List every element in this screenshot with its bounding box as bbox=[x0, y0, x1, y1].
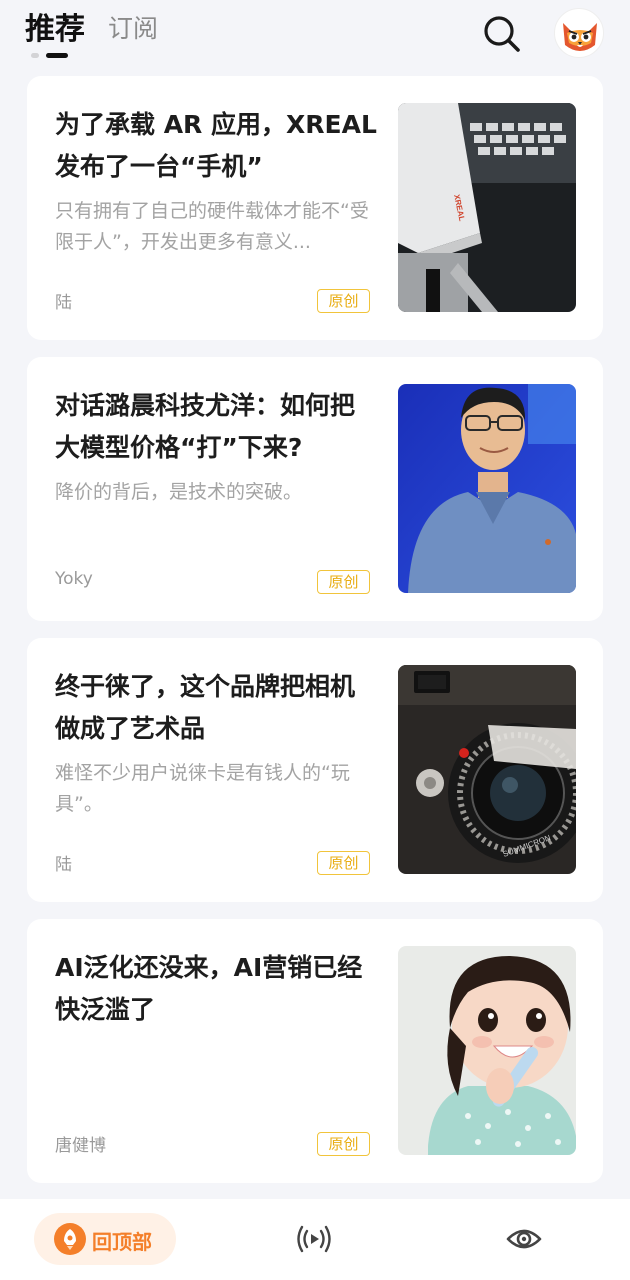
article-thumbnail: XREAL bbox=[398, 103, 576, 312]
article-thumbnail bbox=[398, 946, 576, 1155]
article-summary: 难怪不少用户说徕卡是有钱人的“玩具”。 bbox=[55, 762, 350, 815]
article-summary: 只有拥有了自己的硬件载体才能不“受限于人”，开发出更多有意义... bbox=[55, 200, 369, 253]
article-author: Yoky bbox=[55, 569, 93, 589]
article-title: 终于徕了，这个品牌把相机做成了艺术品 bbox=[55, 672, 356, 743]
tab-indicator-dot bbox=[31, 53, 39, 58]
rocket-icon bbox=[54, 1223, 86, 1255]
article-author: 陆 bbox=[55, 855, 72, 875]
tab-indicator-active bbox=[46, 53, 68, 58]
search-button[interactable] bbox=[480, 12, 524, 56]
tab-recommend[interactable]: 推荐 bbox=[25, 4, 85, 48]
avatar[interactable] bbox=[554, 8, 604, 58]
tab-subscribe[interactable]: 订阅 bbox=[108, 9, 158, 45]
article-summary: 降价的背后，是技术的突破。 bbox=[55, 481, 303, 503]
article-author: 唐健博 bbox=[55, 1136, 106, 1156]
article-card[interactable]: AI泛化还没来，AI营销已经快泛滥了 唐健博 原创 bbox=[27, 919, 603, 1183]
bottom-nav: 回顶部 bbox=[0, 1199, 630, 1280]
live-button[interactable] bbox=[296, 1223, 332, 1255]
article-card[interactable]: 终于徕了，这个品牌把相机做成了艺术品 难怪不少用户说徕卡是有钱人的“玩具”。 陆… bbox=[27, 638, 603, 902]
article-thumbnail bbox=[398, 384, 576, 593]
top-bar: 推荐 订阅 bbox=[0, 0, 630, 66]
article-title: 对话潞晨科技尤洋：如何把大模型价格“打”下来? bbox=[55, 391, 356, 462]
back-to-top-label: 回顶部 bbox=[92, 1230, 152, 1254]
article-title: AI泛化还没来，AI营销已经快泛滥了 bbox=[55, 953, 363, 1024]
eye-icon bbox=[506, 1229, 542, 1249]
article-card[interactable]: 对话潞晨科技尤洋：如何把大模型价格“打”下来? 降价的背后，是技术的突破。 Yo… bbox=[27, 357, 603, 621]
article-title: 为了承载 AR 应用，XREAL 发布了一台“手机” bbox=[55, 110, 377, 181]
original-badge: 原创 bbox=[317, 570, 370, 594]
owl-avatar-icon bbox=[563, 23, 597, 51]
original-badge: 原创 bbox=[317, 289, 370, 313]
article-author: 陆 bbox=[55, 293, 72, 313]
search-icon bbox=[484, 16, 520, 52]
back-to-top-button[interactable]: 回顶部 bbox=[34, 1213, 176, 1265]
article-card[interactable]: 为了承载 AR 应用，XREAL 发布了一台“手机” 只有拥有了自己的硬件载体才… bbox=[27, 76, 603, 340]
broadcast-icon bbox=[297, 1225, 331, 1253]
original-badge: 原创 bbox=[317, 1132, 370, 1156]
article-thumbnail: SUMMICRON bbox=[398, 665, 576, 874]
original-badge: 原创 bbox=[317, 851, 370, 875]
eye-button[interactable] bbox=[506, 1221, 542, 1257]
